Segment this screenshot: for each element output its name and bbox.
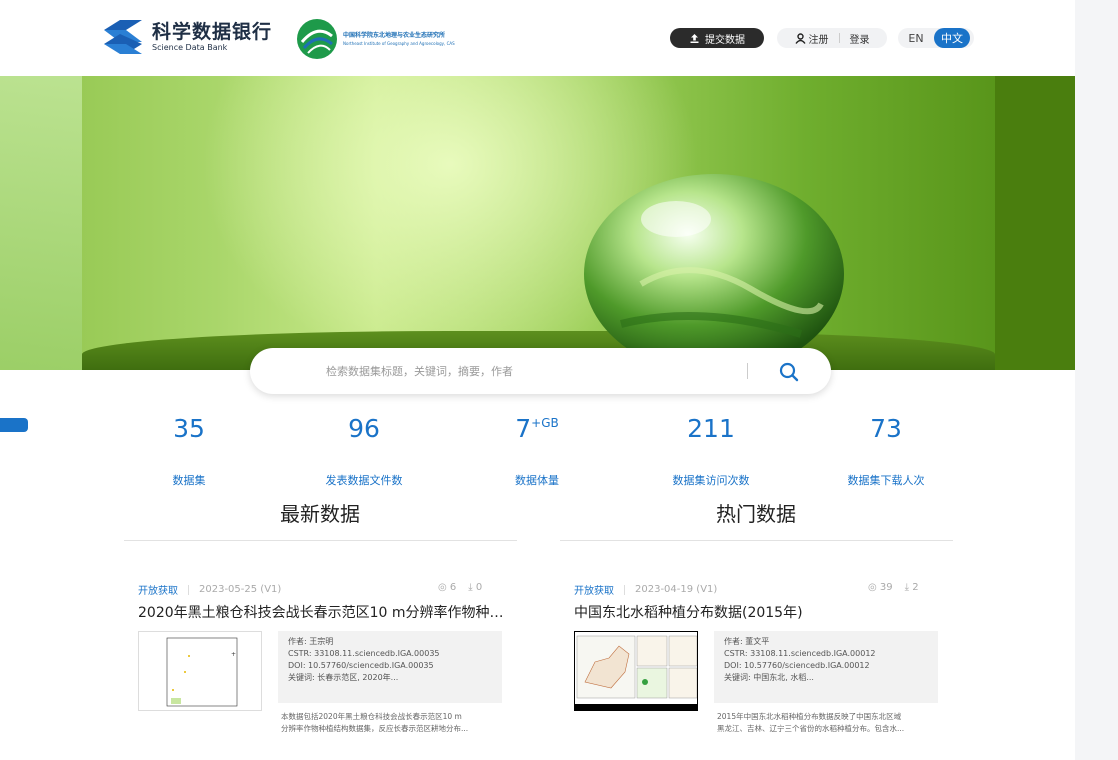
sciencedb-logo-icon <box>104 20 142 54</box>
hot-cstr: CSTR: 33108.11.sciencedb.IGA.00012 <box>724 649 876 658</box>
eye-icon: ◎ <box>868 582 880 593</box>
hot-card-meta: 开放获取 2023-04-19 (V1) <box>574 582 717 597</box>
banner-left-edge <box>0 76 82 370</box>
hot-card-info: 作者: 董文平 CSTR: 33108.11.sciencedb.IGA.000… <box>714 631 938 703</box>
stat-volume-value: 7+GB <box>462 414 612 444</box>
glass-globe-image <box>584 174 844 370</box>
latest-downloads-count: 0 <box>475 582 483 593</box>
upload-icon <box>690 33 699 43</box>
latest-map-image: + <box>166 637 238 707</box>
login-link[interactable]: 登录 <box>850 31 870 46</box>
stat-files-value: 96 <box>348 414 380 443</box>
lang-zh-option[interactable]: 中文 <box>934 28 970 48</box>
latest-views: ◎ 6 <box>438 582 456 593</box>
stat-volume-unit: +GB <box>531 416 559 430</box>
stat-volume: 7+GB <box>462 414 612 444</box>
hot-card-title[interactable]: 中国东北水稻种植分布数据(2015年) <box>574 602 942 622</box>
sciencedb-logo-title: 科学数据银行 <box>152 21 273 43</box>
stat-datasets-label[interactable]: 数据集 <box>114 472 264 488</box>
hot-card-thumbnail[interactable] <box>574 631 698 711</box>
hot-views-count: 39 <box>879 582 893 593</box>
stat-files: 96 <box>289 414 439 444</box>
latest-card-date: 2023-05-25 (V1) <box>199 584 282 595</box>
download-icon: ⤓ <box>468 582 476 593</box>
stat-visits-value: 211 <box>687 414 735 443</box>
latest-card-info: 作者: 王宗明 CSTR: 33108.11.sciencedb.IGA.000… <box>278 631 502 703</box>
lang-en-option[interactable]: EN <box>898 32 934 45</box>
hot-map-image <box>575 632 697 704</box>
hero-banner <box>0 76 1075 370</box>
page-gutter <box>1075 0 1118 760</box>
hot-meta-divider <box>624 584 625 595</box>
user-icon <box>794 32 806 44</box>
hot-keywords: 关键词: 中国东北, 水稻... <box>724 673 814 682</box>
header: 科学数据银行 Science Data Bank 中国科学院东北地理与农业生态研… <box>0 0 1075 76</box>
stat-visits: 211 <box>636 414 786 444</box>
latest-cstr: CSTR: 33108.11.sciencedb.IGA.00035 <box>288 649 440 658</box>
hot-desc-line2: 黑龙江、吉林、辽宁三个省份的水稻种植分布。包含水... <box>717 724 905 733</box>
hot-views: ◎ 39 <box>868 582 893 593</box>
search-bar <box>250 348 831 394</box>
hot-open-access-tag[interactable]: 开放获取 <box>574 582 614 597</box>
hot-author: 作者: 董文平 <box>724 637 770 646</box>
stat-files-label[interactable]: 发表数据文件数 <box>289 472 439 488</box>
eye-icon: ◎ <box>438 582 450 593</box>
hot-downloads: ⤓ 2 <box>905 582 919 593</box>
institute-logo-icon <box>297 19 337 59</box>
stat-datasets-value: 35 <box>173 414 205 443</box>
hot-card-date: 2023-04-19 (V1) <box>635 584 718 595</box>
latest-card-stats: ◎ 6 ⤓ 0 <box>438 582 482 593</box>
latest-card-description: 本数据包括2020年黑土粮仓科技会战长春示范区10 m 分辨率作物种植结构数据集… <box>281 711 505 735</box>
banner-right-edge <box>995 76 1075 370</box>
latest-card-meta: 开放获取 2023-05-25 (V1) <box>138 582 281 597</box>
latest-data-title: 最新数据 <box>280 502 360 526</box>
hot-data-title: 热门数据 <box>716 502 796 526</box>
search-input[interactable] <box>326 362 726 380</box>
search-icon[interactable] <box>777 360 801 384</box>
latest-card-thumbnail[interactable]: + <box>138 631 262 711</box>
sciencedb-logo-subtitle: Science Data Bank <box>152 43 228 52</box>
hot-desc-line1: 2015年中国东北水稻种植分布数据反映了中国东北区域 <box>717 712 902 721</box>
stat-downloads: 73 <box>811 414 961 444</box>
latest-keywords: 关键词: 长春示范区, 2020年... <box>288 673 399 682</box>
side-feedback-tab[interactable] <box>0 418 28 432</box>
hot-card-stats: ◎ 39 ⤓ 2 <box>868 582 919 593</box>
search-divider <box>747 363 748 379</box>
latest-doi: DOI: 10.57760/sciencedb.IGA.00035 <box>288 661 434 670</box>
svg-text:+: + <box>231 651 236 658</box>
latest-open-access-tag[interactable]: 开放获取 <box>138 582 178 597</box>
hot-downloads-count: 2 <box>912 582 919 593</box>
hot-card-description: 2015年中国东北水稻种植分布数据反映了中国东北区域 黑龙江、吉林、辽宁三个省份… <box>717 711 941 735</box>
stat-downloads-value: 73 <box>870 414 902 443</box>
page: 科学数据银行 Science Data Bank 中国科学院东北地理与农业生态研… <box>0 0 1118 760</box>
latest-downloads: ⤓ 0 <box>468 582 482 593</box>
latest-meta-divider <box>188 584 189 595</box>
latest-card-title[interactable]: 2020年黑土粮仓科技会战长春示范区10 m分辨率作物种植结... <box>138 602 506 622</box>
stat-volume-label[interactable]: 数据体量 <box>462 472 612 488</box>
stat-downloads-label[interactable]: 数据集下载人次 <box>811 472 961 488</box>
hot-doi: DOI: 10.57760/sciencedb.IGA.00012 <box>724 661 870 670</box>
submit-data-label: 提交数据 <box>705 34 745 46</box>
latest-divider <box>124 540 517 541</box>
institute-name-cn: 中国科学院东北地理与农业生态研究所 <box>343 32 446 39</box>
language-switch: EN 中文 <box>898 28 974 48</box>
auth-pill: 注册 登录 <box>777 28 887 48</box>
latest-views-count: 6 <box>449 582 457 593</box>
submit-data-button[interactable]: 提交数据 <box>670 28 764 48</box>
stat-datasets: 35 <box>114 414 264 444</box>
register-link[interactable]: 注册 <box>809 31 829 46</box>
latest-desc-line1: 本数据包括2020年黑土粮仓科技会战长春示范区10 m <box>281 712 462 721</box>
latest-author: 作者: 王宗明 <box>288 637 334 646</box>
institute-name-en: Northeast Institute of Geography and Agr… <box>343 41 455 46</box>
auth-divider <box>838 33 840 43</box>
latest-desc-line2: 分辨率作物种植结构数据集，反应长春示范区耕地分布... <box>281 724 469 733</box>
sciencedb-logo[interactable]: 科学数据银行 Science Data Bank <box>100 16 272 58</box>
stat-volume-number: 7 <box>515 414 532 443</box>
stat-visits-label[interactable]: 数据集访问次数 <box>636 472 786 488</box>
hot-divider <box>560 540 953 541</box>
institute-logo[interactable]: 中国科学院东北地理与农业生态研究所 Northeast Institute of… <box>296 18 455 60</box>
